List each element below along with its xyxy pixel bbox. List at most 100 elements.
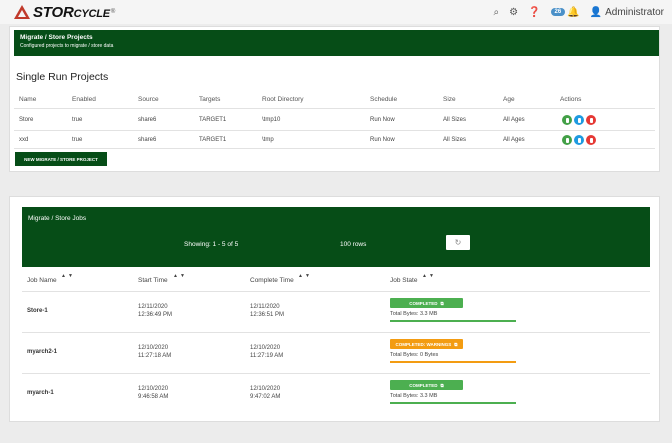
job-total-bytes: Total Bytes: 0 Bytes xyxy=(390,352,439,358)
job-start-time: 12:36:49 PM xyxy=(138,312,173,318)
job-start-time: 11:27:18 AM xyxy=(138,353,172,359)
project-size: All Sizes xyxy=(443,117,467,123)
job-progress-bar xyxy=(390,320,516,322)
project-enabled: true xyxy=(72,117,83,123)
job-progress-bar xyxy=(390,402,516,404)
user-icon: 👤 xyxy=(589,6,603,18)
col-actions: Actions xyxy=(560,96,582,103)
search-icon[interactable]: ⌕ xyxy=(493,7,499,18)
job-state-button[interactable]: COMPLETED: WARNINGS ⧉ xyxy=(390,339,463,349)
col-name: Name xyxy=(19,96,37,103)
project-name[interactable]: Store xyxy=(19,117,33,123)
job-progress-bar xyxy=(390,361,516,363)
job-state-label: COMPLETED xyxy=(409,382,438,388)
top-navbar: STORCYCLE ® ⌕ ⚙ ❓ 26 🔔 👤 Administrator xyxy=(0,0,672,24)
col-size: Size xyxy=(443,96,456,103)
job-state-button[interactable]: COMPLETED ⧉ xyxy=(390,298,463,308)
sort-icon[interactable]: ▲▼ xyxy=(298,273,312,279)
project-name[interactable]: xxd xyxy=(19,137,28,143)
logo-text-main: STOR xyxy=(33,3,74,21)
divider xyxy=(22,291,650,292)
divider xyxy=(14,130,655,131)
sort-icon[interactable]: ▲▼ xyxy=(422,273,436,279)
notification-badge: 26 xyxy=(550,8,566,16)
row-actions xyxy=(562,115,596,125)
job-total-bytes: Total Bytes: 3.3 MB xyxy=(390,393,438,399)
job-state-button[interactable]: COMPLETED ⧉ xyxy=(390,380,463,390)
rows-per-page[interactable]: 100 rows xyxy=(340,241,366,248)
project-targets: TARGET1 xyxy=(199,137,227,143)
job-state-label: COMPLETED: WARNINGS xyxy=(395,341,452,347)
copy-icon[interactable] xyxy=(574,135,584,145)
job-end-date: 12/10/2020 xyxy=(250,345,281,351)
project-size: All Sizes xyxy=(443,137,467,143)
col-schedule: Schedule xyxy=(370,96,398,103)
project-enabled: true xyxy=(72,137,83,143)
notifications[interactable]: 26 🔔 xyxy=(550,7,580,18)
job-end-date: 12/11/2020 xyxy=(250,304,280,310)
sort-icon[interactable]: ▲▼ xyxy=(173,273,187,279)
project-schedule: Run Now xyxy=(370,137,395,143)
col-age: Age xyxy=(503,96,515,103)
external-link-icon: ⧉ xyxy=(440,300,444,306)
user-menu[interactable]: 👤 Administrator xyxy=(590,7,664,18)
external-link-icon: ⧉ xyxy=(454,341,458,347)
col-job-state[interactable]: Job State xyxy=(390,277,417,284)
col-targets: Targets xyxy=(199,96,221,103)
job-end-time: 12:36:51 PM xyxy=(250,312,285,318)
job-end-time: 11:27:19 AM xyxy=(250,353,284,359)
page-header: Migrate / Store Projects Configured proj… xyxy=(14,30,659,56)
project-source: share6 xyxy=(138,117,157,123)
jobs-showing: Showing: 1 - 5 of 5 xyxy=(184,241,239,248)
refresh-icon: ↻ xyxy=(454,238,462,247)
job-start-date: 12/10/2020 xyxy=(138,386,169,392)
job-name[interactable]: myarch2-1 xyxy=(27,348,57,356)
job-start-date: 12/10/2020 xyxy=(138,345,169,351)
sort-icon[interactable]: ▲▼ xyxy=(61,273,75,279)
jobs-header: Migrate / Store Jobs Showing: 1 - 5 of 5… xyxy=(22,207,650,267)
logo-triangle-icon xyxy=(14,5,30,19)
delete-icon[interactable] xyxy=(586,135,596,145)
col-complete-time[interactable]: Complete Time xyxy=(250,277,294,284)
job-name[interactable]: Store-1 xyxy=(27,307,48,315)
project-root-directory: \tmp10 xyxy=(262,117,281,123)
delete-icon[interactable] xyxy=(586,115,596,125)
job-start-time: 9:46:58 AM xyxy=(138,394,169,400)
page-title: Migrate / Store Projects xyxy=(20,34,93,41)
project-source: share6 xyxy=(138,137,157,143)
col-source: Source xyxy=(138,96,159,103)
job-end-time: 9:47:02 AM xyxy=(250,394,281,400)
help-icon[interactable]: ❓ xyxy=(528,7,540,18)
refresh-button[interactable]: ↻ xyxy=(446,235,470,250)
bell-icon[interactable]: 🔔 xyxy=(567,7,579,18)
new-project-button[interactable]: NEW MIGRATE / STORE PROJECT xyxy=(15,152,107,166)
username: Administrator xyxy=(605,6,664,18)
run-icon[interactable] xyxy=(562,115,572,125)
job-total-bytes: Total Bytes: 3.3 MB xyxy=(390,311,438,317)
job-start-date: 12/11/2020 xyxy=(138,304,168,310)
job-end-date: 12/10/2020 xyxy=(250,386,281,392)
project-schedule: Run Now xyxy=(370,117,395,123)
nav-icons: ⌕ ⚙ ❓ 26 🔔 👤 Administrator xyxy=(493,4,664,20)
run-icon[interactable] xyxy=(562,135,572,145)
project-targets: TARGET1 xyxy=(199,117,227,123)
col-enabled: Enabled xyxy=(72,96,96,103)
col-root-directory: Root Directory xyxy=(262,96,304,103)
row-actions xyxy=(562,135,596,145)
project-root-directory: \tmp xyxy=(262,137,274,143)
divider xyxy=(22,332,650,333)
logo-registered-mark: ® xyxy=(110,9,116,15)
col-job-name[interactable]: Job Name xyxy=(27,277,57,284)
single-run-title: Single Run Projects xyxy=(16,71,109,83)
job-state-label: COMPLETED xyxy=(409,300,438,306)
gear-icon[interactable]: ⚙ xyxy=(509,7,518,18)
external-link-icon: ⧉ xyxy=(440,382,444,388)
jobs-title: Migrate / Store Jobs xyxy=(28,215,87,222)
col-start-time[interactable]: Start Time xyxy=(138,277,168,284)
divider xyxy=(14,148,655,149)
logo-text-small: CYCLE xyxy=(73,7,110,20)
copy-icon[interactable] xyxy=(574,115,584,125)
divider xyxy=(22,373,650,374)
storcycle-logo[interactable]: STORCYCLE ® xyxy=(14,3,116,21)
job-name[interactable]: myarch-1 xyxy=(27,389,54,397)
